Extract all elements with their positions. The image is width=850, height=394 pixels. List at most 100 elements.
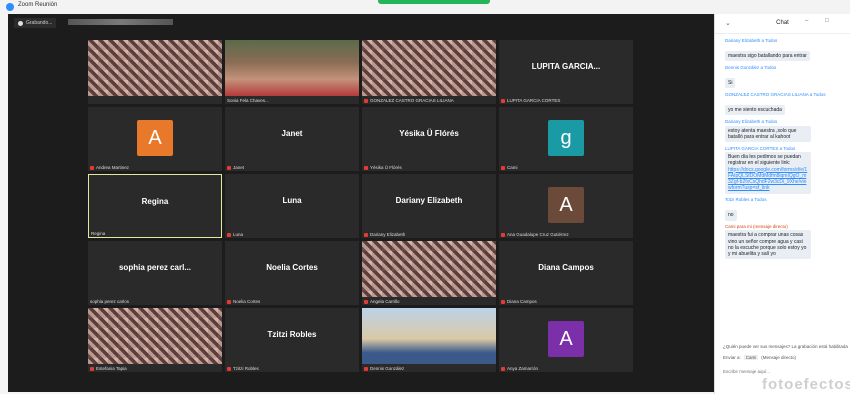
watermark: fotoefectos <box>762 376 850 393</box>
send-to-select[interactable]: Cami <box>743 355 759 360</box>
chat-notice: ¿Quién puede ver sus mensajes? La grabac… <box>723 344 848 349</box>
participant-tile[interactable]: Dariany Elizabeth Dariany Elizabeth <box>362 174 496 238</box>
participant-label: Dennis González <box>364 366 404 371</box>
message-sender: Dariany Elizabeth a Todos <box>725 119 778 124</box>
recording-indicator[interactable]: Grabando... <box>14 18 57 28</box>
participant-label: Tzitzi Robles <box>227 366 259 371</box>
zoom-logo-icon <box>6 3 14 11</box>
avatar: A <box>137 120 173 156</box>
chat-message: Dariany Elizabeth a Todos maestra sigo ba… <box>725 38 849 62</box>
participant-name: Luna <box>282 196 302 205</box>
participant-tile[interactable]: A Ana Guadalupe Cruz Gutiérrez <box>499 174 633 238</box>
muted-mic-icon <box>364 232 368 237</box>
chat-message: LUPITA GARCIA CORTES a Todos Buen día les… <box>725 146 849 194</box>
muted-mic-icon <box>364 165 368 170</box>
meeting-area: Grabando... Sonia Fela Chaves... GONZALEZ… <box>8 14 714 392</box>
message-text: estoy atenta maestra ,solo que batalló p… <box>725 125 811 143</box>
message-text: maestra fui a comprar unas cosas vino un… <box>725 230 811 260</box>
chat-message: Dariany Elizabeth a Todos estoy atenta ma… <box>725 119 849 143</box>
participant-label: Cami <box>501 165 518 170</box>
message-text: Buen día les pedimos se puedan registrar… <box>725 152 811 194</box>
message-sender: GONZALEZ CASTRO GRACIAS LILIANA a Todos <box>725 92 826 97</box>
participant-label: Estefania Tapia <box>90 366 127 371</box>
video-feed <box>88 308 222 364</box>
recording-label: Grabando... <box>26 20 53 26</box>
participant-tile[interactable]: g Cami <box>499 107 633 171</box>
participant-name: LUPITA GARCIA... <box>531 62 601 71</box>
participant-tile[interactable]: Angela Carrillo <box>362 241 496 305</box>
participant-tile[interactable]: Diana Campos Diana Campos <box>499 241 633 305</box>
participant-label: Regina <box>91 231 106 236</box>
message-text: yo me siento escuchada <box>725 105 785 116</box>
video-feed <box>362 40 496 96</box>
avatar: A <box>548 321 584 357</box>
message-sender: LUPITA GARCIA CORTES a Todos <box>725 146 796 151</box>
send-to-label: Enviar a: <box>723 355 741 360</box>
participant-tile[interactable]: Sonia Fela Chaves... <box>225 40 359 104</box>
muted-mic-icon <box>501 98 505 103</box>
message-link[interactable]: https://docs.google.com/forms/d/e/1FAIpQ… <box>728 167 807 192</box>
participant-tile[interactable]: sophia perez carl... sophia perez carlos <box>88 241 222 305</box>
participant-name: Diana Campos <box>538 263 594 272</box>
chat-title: Chat <box>776 20 789 26</box>
muted-mic-icon <box>227 165 231 170</box>
muted-mic-icon <box>364 366 368 371</box>
participant-label: Luna <box>227 232 243 237</box>
participant-tile[interactable]: Tzitzi Robles Tzitzi Robles <box>225 308 359 372</box>
participant-name: sophia perez carl... <box>118 263 192 272</box>
screen-share-bar[interactable] <box>378 0 490 4</box>
chat-message: Cami para mi (mensaje directo) maestra fu… <box>725 224 849 260</box>
message-sender: Cami para mi (mensaje directo) <box>725 224 788 230</box>
muted-mic-icon <box>364 299 368 304</box>
video-feed <box>225 40 359 96</box>
participant-label: Yésika Ü Flórés <box>364 165 402 170</box>
message-text: Si <box>725 78 736 89</box>
chat-input[interactable] <box>723 366 843 376</box>
participant-name: Janet <box>281 129 303 138</box>
participant-tile[interactable]: Janet Janet <box>225 107 359 171</box>
muted-mic-icon <box>501 232 505 237</box>
send-mode-label: (Mensaje directo) <box>761 355 797 360</box>
muted-mic-icon <box>364 98 368 103</box>
participant-tile[interactable] <box>88 40 222 104</box>
participant-label: Angela Carrillo <box>364 299 400 304</box>
participant-tile[interactable]: GONZALEZ CASTRO GRACIAS LILIANA <box>362 40 496 104</box>
participant-tile[interactable]: A Anya Zamarrón <box>499 308 633 372</box>
minimize-icon[interactable]: – <box>805 18 808 24</box>
muted-mic-icon <box>227 366 231 371</box>
muted-mic-icon <box>227 299 231 304</box>
chat-panel: ⌄ Chat – □ Dariany Elizabeth a Todos maes… <box>714 14 850 394</box>
chat-message: Totzi Robles a Todos no <box>725 197 849 221</box>
participant-label: GONZALEZ CASTRO GRACIAS LILIANA <box>364 98 454 103</box>
participant-label: LUPITA GARCIA CORTES <box>501 98 560 103</box>
participant-label: Ana Guadalupe Cruz Gutiérrez <box>501 232 569 237</box>
participant-label: Sonia Fela Chaves... <box>227 98 269 103</box>
video-feed <box>362 308 496 364</box>
chat-messages: Dariany Elizabeth a Todos maestra sigo ba… <box>725 38 849 263</box>
participant-label: Noelia Cortes <box>227 299 260 304</box>
maximize-icon[interactable]: □ <box>825 18 829 24</box>
muted-mic-icon <box>501 299 505 304</box>
chat-message: Dennis González a Todos Si <box>725 65 849 89</box>
participant-tile[interactable]: Estefania Tapia <box>88 308 222 372</box>
participant-tile[interactable]: Regina Regina <box>88 174 222 238</box>
participant-label: Andrea Martinez <box>90 165 129 170</box>
chat-message: GONZALEZ CASTRO GRACIAS LILIANA a Todos y… <box>725 92 849 116</box>
avatar: A <box>548 187 584 223</box>
message-sender: Dariany Elizabeth a Todos <box>725 38 778 43</box>
muted-mic-icon <box>90 165 94 170</box>
participant-tile[interactable]: A Andrea Martinez <box>88 107 222 171</box>
participant-tile[interactable]: LUPITA GARCIA... LUPITA GARCIA CORTES <box>499 40 633 104</box>
participant-tile[interactable]: Noelia Cortes Noelia Cortes <box>225 241 359 305</box>
window-title: Zoom Reunión <box>18 2 58 8</box>
participant-tile[interactable]: Yésika Ü Flórés Yésika Ü Flórés <box>362 107 496 171</box>
participant-label: Janet <box>227 165 244 170</box>
send-to-row: Enviar a: Cami (Mensaje directo) <box>723 355 796 360</box>
message-text: no <box>725 210 737 221</box>
message-sender: Dennis González a Todos <box>725 65 777 70</box>
video-feed <box>362 241 496 297</box>
muted-mic-icon <box>501 165 505 170</box>
participant-tile[interactable]: Dennis González <box>362 308 496 372</box>
participant-tile[interactable]: Luna Luna <box>225 174 359 238</box>
chat-header: ⌄ Chat <box>715 14 850 34</box>
